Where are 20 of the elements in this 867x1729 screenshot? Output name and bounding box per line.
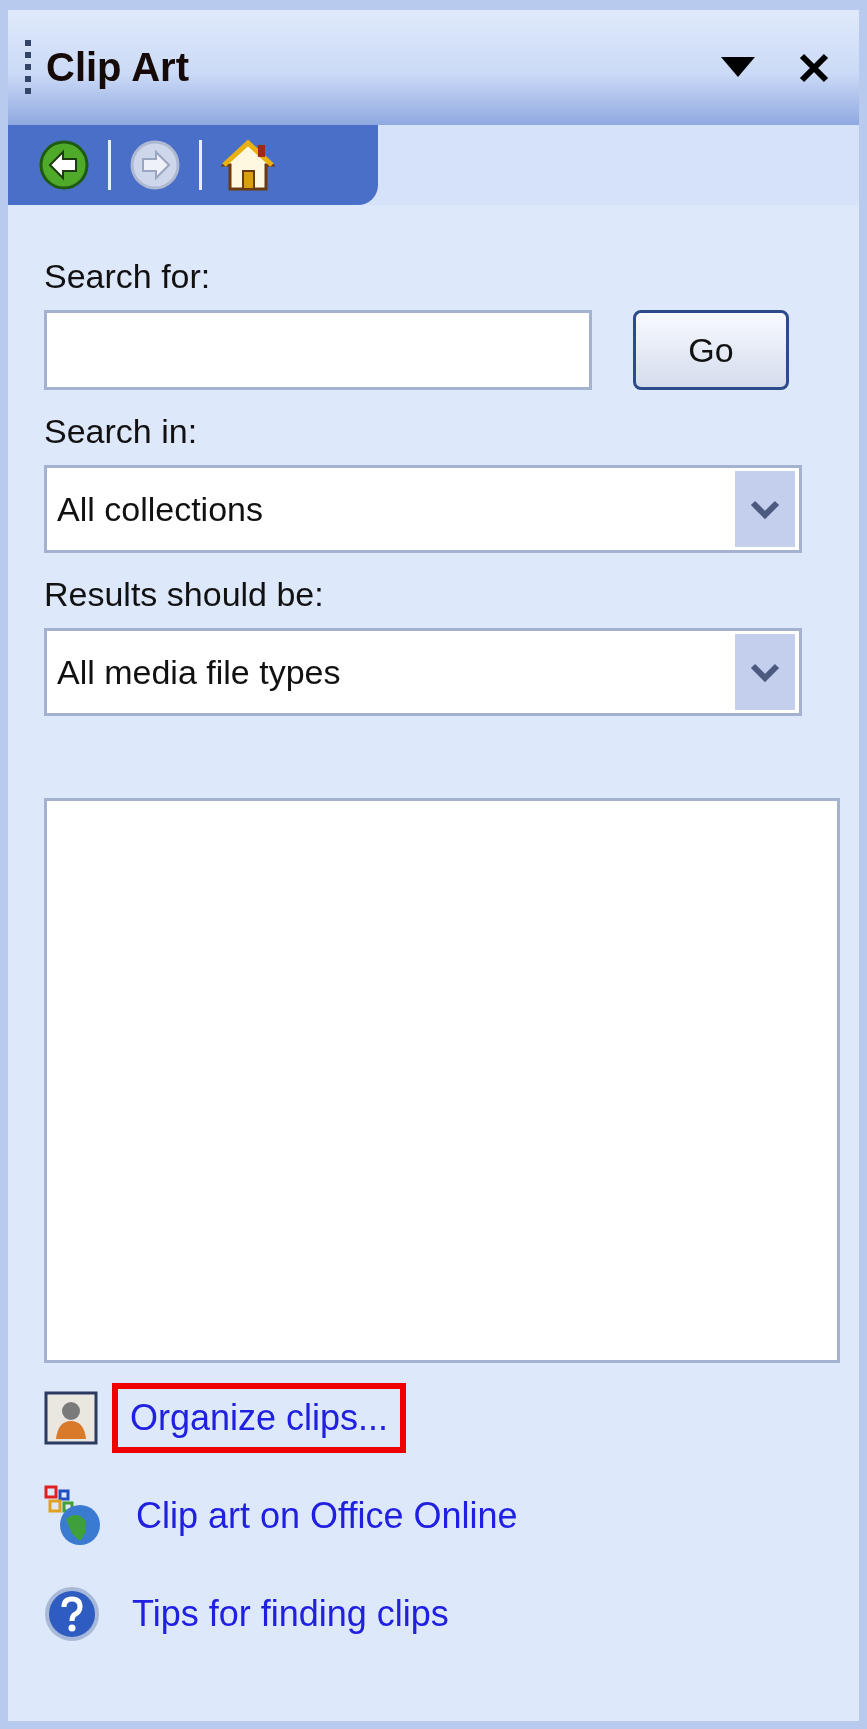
search-in-label: Search in: xyxy=(44,412,198,451)
house-icon[interactable] xyxy=(220,137,276,193)
search-for-label: Search for: xyxy=(44,257,211,296)
collections-dropdown[interactable]: All collections xyxy=(44,465,802,553)
search-field[interactable] xyxy=(44,310,592,390)
results-should-be-label: Results should be: xyxy=(44,575,324,614)
office-online-link[interactable]: Clip art on Office Online xyxy=(118,1481,536,1551)
grip-icon[interactable] xyxy=(24,39,32,96)
media-types-dropdown[interactable]: All media file types xyxy=(44,628,802,716)
organize-clips-link[interactable]: Organize clips... xyxy=(112,1383,407,1453)
chevron-down-icon[interactable] xyxy=(735,471,795,547)
help-icon xyxy=(44,1586,100,1642)
chevron-down-icon[interactable] xyxy=(735,634,795,710)
person-icon xyxy=(44,1391,98,1445)
back-icon[interactable] xyxy=(38,139,90,191)
close-icon[interactable] xyxy=(799,52,829,83)
pane-title: Clip Art xyxy=(46,45,190,90)
dropdown-arrow-icon[interactable] xyxy=(721,56,755,79)
tips-link[interactable]: Tips for finding clips xyxy=(114,1579,467,1649)
go-button[interactable]: Go xyxy=(633,310,789,390)
